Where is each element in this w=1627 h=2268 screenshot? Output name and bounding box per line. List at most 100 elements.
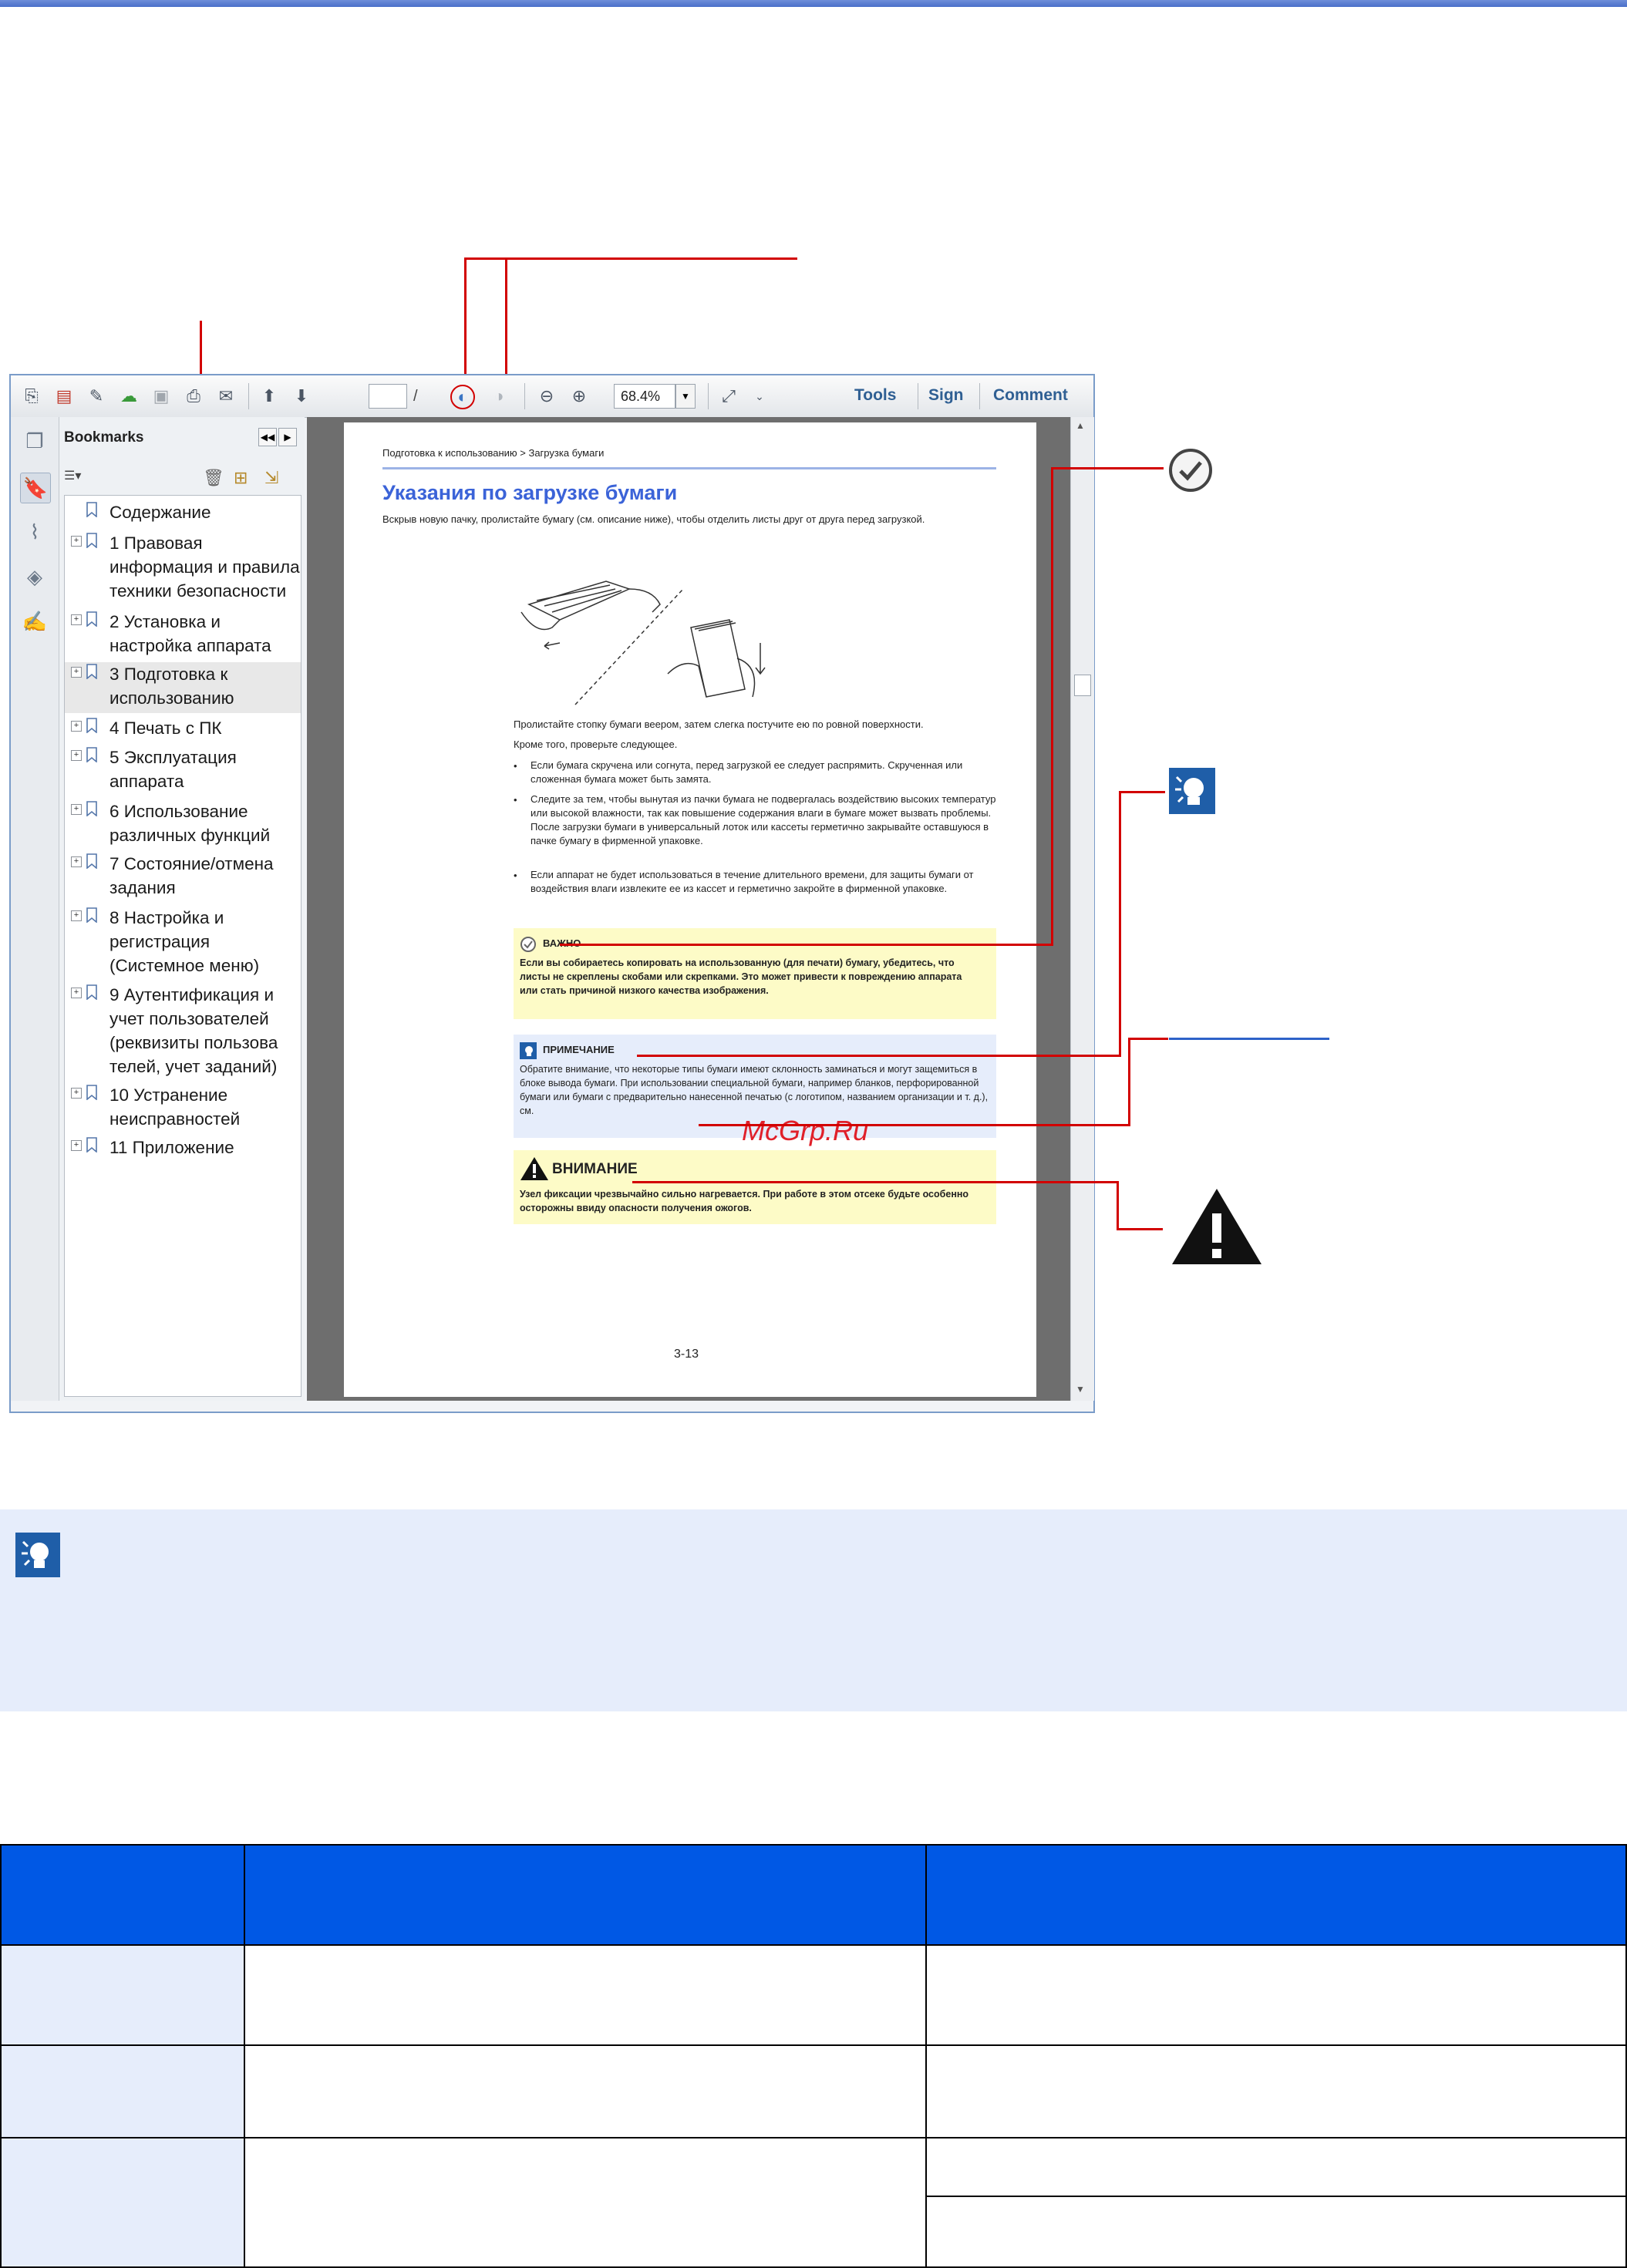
zoom-out-icon[interactable]: ⊖ (535, 385, 558, 408)
expand-plus-icon[interactable]: + (71, 750, 82, 761)
page-number: 3-13 (674, 1348, 699, 1361)
expand-plus-icon[interactable]: + (71, 536, 82, 547)
caution-box: ВНИМАНИЕ Узел фиксации чрезвычайно сильн… (514, 1150, 996, 1224)
prev-page-icon[interactable]: ⬆ (258, 385, 281, 408)
expand-plus-icon[interactable]: + (71, 667, 82, 678)
zoom-input[interactable]: 68.4% (614, 384, 675, 409)
bullet-icon: • (514, 760, 517, 772)
lightbulb-icon (15, 1533, 60, 1577)
expand-plus-icon[interactable]: + (71, 721, 82, 732)
previous-view-icon[interactable]: ◐ (450, 385, 475, 409)
zoom-in-icon[interactable]: ⊕ (568, 385, 591, 408)
top-rule (0, 0, 1627, 7)
expand-plus-icon[interactable]: + (71, 856, 82, 867)
sign-button[interactable]: Sign (928, 386, 964, 405)
table-cell (925, 1944, 1627, 2046)
check-circle-icon (520, 937, 536, 952)
expand-plus-icon[interactable]: + (71, 1088, 82, 1099)
toolbar-options-icon[interactable]: ⌄ (748, 385, 771, 408)
page-thumbnails-icon[interactable]: ❐ (20, 426, 49, 456)
save-icon[interactable]: ▣ (150, 385, 173, 408)
bookmark-item[interactable]: + 2 Установка и настройка аппарата (65, 610, 301, 661)
expand-plus-icon[interactable]: + (71, 910, 82, 921)
scroll-up-icon[interactable]: ▲ (1076, 420, 1085, 431)
bookmark-item[interactable]: + 8 Настройка и регистрация (Системное м… (65, 906, 301, 980)
new-bookmark-icon[interactable]: ⊞ (234, 468, 248, 488)
bookmark-label: 4 Печать с ПК (109, 718, 222, 738)
layers-icon[interactable]: ◈ (20, 562, 49, 591)
callout-line-top (464, 257, 797, 260)
attachments-icon[interactable]: ⌇ (20, 517, 49, 547)
hyperlink-sample (1169, 1038, 1329, 1040)
toolbar-separator (524, 383, 525, 409)
expand-bookmark-icon[interactable]: ⇲ (264, 468, 278, 488)
bookmark-flag-icon (86, 1085, 97, 1100)
bookmark-item[interactable]: + 10 Устранение неисправностей (65, 1083, 301, 1134)
bookmark-item[interactable]: Содержание (65, 500, 301, 527)
zoom-dropdown-chevron-icon[interactable]: ▼ (675, 384, 696, 409)
note-panel (0, 1509, 1627, 1711)
bookmark-item[interactable]: + 6 Использование различных функций (65, 799, 301, 850)
bookmark-item[interactable]: + 5 Эксплуатация аппарата (65, 745, 301, 796)
expand-plus-icon[interactable]: + (71, 1140, 82, 1151)
table-row-label-cell (0, 1944, 245, 2046)
table-header-cell (925, 1844, 1627, 1946)
callout-line-important (1051, 467, 1053, 946)
vertical-scrollbar[interactable]: ▲ ▼ (1070, 417, 1094, 1401)
bookmark-item[interactable]: + 4 Печать с ПК (65, 716, 301, 742)
expand-plus-icon[interactable]: + (71, 804, 82, 815)
bookmarks-panel-icon[interactable]: 🔖 (20, 473, 51, 503)
table-header-cell (244, 1844, 927, 1946)
next-page-icon[interactable]: ⬇ (290, 385, 313, 408)
warning-icon (520, 1157, 548, 1180)
bookmark-item[interactable]: + 11 Приложение (65, 1136, 301, 1162)
toolbar-separator (979, 383, 980, 409)
print-icon[interactable]: ⎙ (182, 385, 205, 408)
bookmark-label: 5 Эксплуатация аппарата (109, 748, 237, 791)
scroll-down-icon[interactable]: ▼ (1076, 1384, 1085, 1395)
scroll-thumb[interactable] (1074, 675, 1091, 696)
bookmark-flag-icon (86, 611, 97, 627)
page-number-input[interactable] (369, 384, 407, 409)
collapse-panel-icon[interactable]: ◀◀ (258, 428, 277, 446)
fit-page-icon[interactable]: ⤢ (717, 385, 740, 408)
bookmark-label: 9 Аутентификация и учет пользователей (р… (109, 985, 278, 1076)
page-heading: Указания по загрузке бумаги (382, 481, 678, 504)
signatures-icon[interactable]: ✍ (20, 607, 49, 636)
callout-line-note (637, 1055, 1121, 1057)
bullet-icon: • (514, 794, 517, 806)
next-view-icon[interactable]: ◑ (487, 385, 510, 408)
callout-line-note (1119, 791, 1121, 1057)
bookmark-label: 8 Настройка и регистрация (Системное мен… (109, 908, 260, 975)
create-pdf-icon[interactable]: ⎘ (20, 385, 43, 408)
edit-icon[interactable]: ✎ (85, 385, 108, 408)
callout-line-link (1128, 1038, 1168, 1040)
delete-bookmark-icon[interactable]: 🗑 (203, 468, 224, 488)
caution-text: Узел фиксации чрезвычайно сильно нагрева… (520, 1189, 969, 1213)
tools-button[interactable]: Tools (854, 386, 896, 405)
cloud-upload-icon[interactable]: ☁ (117, 385, 140, 408)
email-icon[interactable]: ✉ (214, 385, 237, 408)
table-cell (925, 2196, 1627, 2268)
open-file-icon[interactable]: ▤ (52, 385, 76, 408)
expand-plus-icon[interactable]: + (71, 988, 82, 998)
bookmark-item[interactable]: + 7 Состояние/отмена задания (65, 852, 301, 903)
bookmark-item[interactable]: + 9 Аутентификация и учет пользователей … (65, 983, 301, 1082)
callout-line-caution (1117, 1228, 1163, 1230)
bookmark-item[interactable]: + 1 Правовая информация и правила техник… (65, 531, 301, 605)
page-breadcrumb: Подготовка к использованию > Загрузка бу… (382, 447, 605, 459)
expand-panel-icon[interactable]: ▶ (278, 428, 297, 446)
bookmark-label: 7 Состояние/отмена задания (109, 854, 274, 897)
comment-button[interactable]: Comment (993, 386, 1068, 405)
bookmark-flag-icon (86, 664, 97, 679)
table-cell (925, 2137, 1627, 2197)
page-intro: Вскрыв новую пачку, пролистайте бумагу (… (382, 513, 925, 525)
bookmark-item-selected[interactable]: + 3 Подготовка к использованию (65, 662, 301, 713)
expand-plus-icon[interactable]: + (71, 614, 82, 625)
callout-line-important (1051, 467, 1164, 469)
toolbar-separator (248, 383, 249, 409)
bookmark-label: 1 Правовая информация и правила техники … (109, 533, 300, 601)
options-menu-icon[interactable]: ☰▾ (64, 468, 92, 486)
callout-line-note (1119, 791, 1165, 793)
info-table (0, 1844, 1627, 2268)
